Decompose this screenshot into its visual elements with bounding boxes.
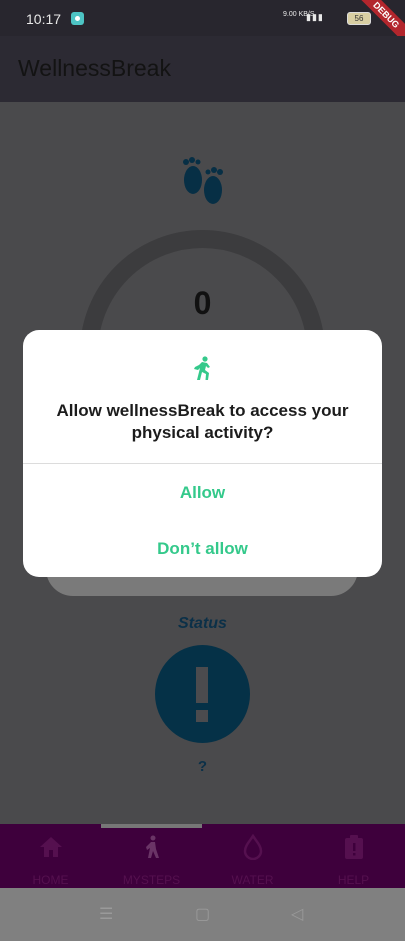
status-bar: 10:17 9.00 KB/S ▮▮▮ 56 DEBUG [0,0,405,55]
walk-icon [146,835,159,858]
menu-icon[interactable]: ☰ [99,904,113,924]
home-icon [40,837,62,857]
help-clipboard-icon [345,835,363,859]
back-icon[interactable]: ◁ [291,904,303,924]
app-bar: WellnessBreak [0,36,405,102]
nav-item-mysteps[interactable]: MYSTEPS [101,824,202,888]
footprints-icon [183,157,223,204]
dialog-divider [23,463,382,464]
permission-dialog: Allow wellnessBreak to access your physi… [23,330,382,577]
nav-item-home[interactable]: HOME [0,824,101,888]
app-notification-icon [71,12,84,25]
water-drop-icon [243,834,263,860]
system-nav-bar: ☰ ▢ ◁ [0,888,405,941]
nav-label-mysteps: MYSTEPS [122,873,181,887]
nav-item-water[interactable]: WATER [202,824,303,888]
allow-button[interactable]: Allow [23,471,382,515]
nav-indicator [101,824,202,828]
runner-icon [194,356,210,380]
bottom-nav: HOME MYSTEPS WATER HELP [0,824,405,888]
battery-icon: 56 [347,12,371,25]
dialog-message: Allow wellnessBreak to access your physi… [56,401,349,442]
signal-icon: ▮▮▮ [306,12,324,22]
dont-allow-button[interactable]: Don’t allow [23,527,382,571]
status-value: ? [197,758,208,775]
nav-label-home: HOME [32,873,69,887]
home-square-icon[interactable]: ▢ [195,904,210,924]
nav-label-help: HELP [337,873,370,887]
nav-item-help[interactable]: HELP [303,824,404,888]
status-time: 10:17 [26,11,62,27]
nav-label-water: WATER [231,873,274,887]
status-alert-icon [155,645,250,743]
status-label: Status [178,615,227,632]
app-title: WellnessBreak [18,55,171,81]
step-count: 0 [193,285,212,321]
